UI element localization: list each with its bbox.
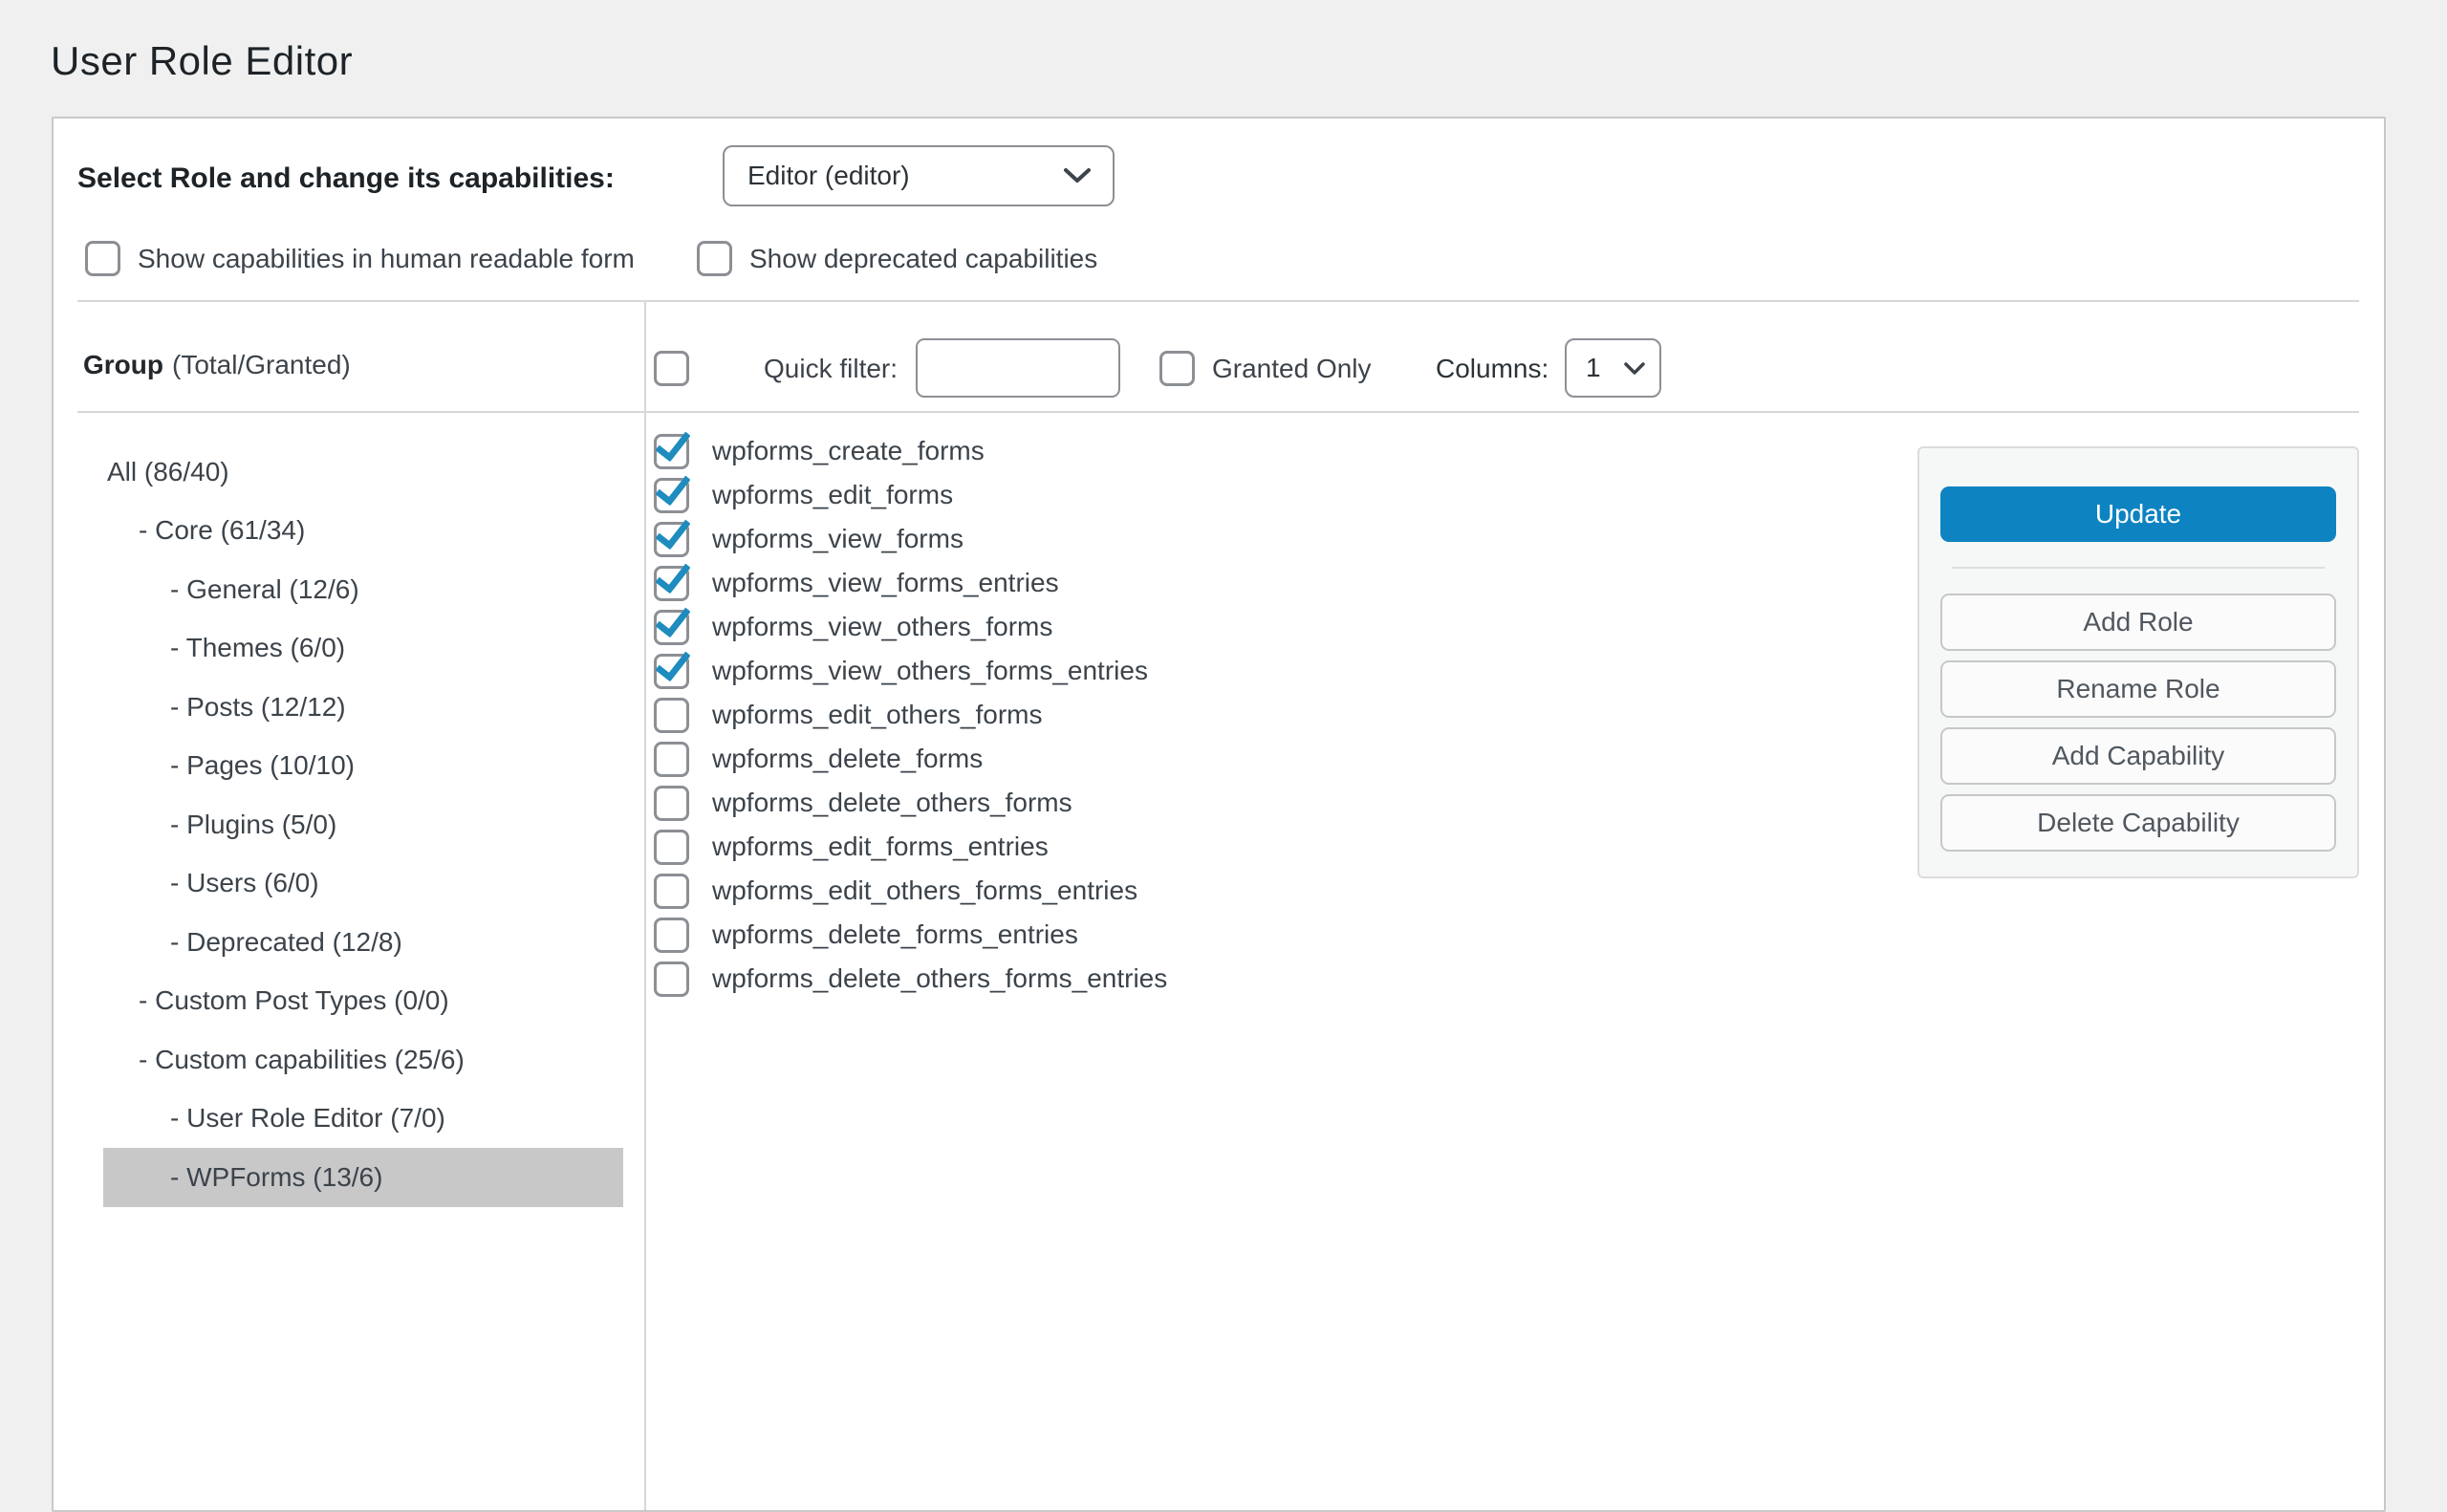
delete-capability-button[interactable]: Delete Capability <box>1940 794 2336 852</box>
option-human-readable: Show capabilities in human readable form <box>85 241 635 276</box>
capability-label: wpforms_delete_forms <box>712 744 983 774</box>
capability-row: wpforms_delete_others_forms_entries <box>654 957 1167 1001</box>
group-item-deprecated[interactable]: - Deprecated (12/8) <box>103 913 623 972</box>
group-item-wpforms[interactable]: - WPForms (13/6) <box>103 1148 623 1207</box>
column-divider <box>644 300 646 1510</box>
capability-row: wpforms_delete_forms_entries <box>654 913 1167 957</box>
group-item-all[interactable]: All (86/40) <box>103 443 623 502</box>
capability-checkbox[interactable] <box>654 742 689 777</box>
group-item-custom-capabilities[interactable]: - Custom capabilities (25/6) <box>103 1030 623 1090</box>
update-button[interactable]: Update <box>1940 486 2336 542</box>
capability-row: wpforms_edit_others_forms_entries <box>654 869 1167 913</box>
quick-filter-input[interactable] <box>916 338 1120 398</box>
capability-label: wpforms_delete_others_forms <box>712 788 1072 818</box>
capability-row: wpforms_delete_forms <box>654 737 1167 781</box>
capabilities-list: wpforms_create_forms wpforms_edit_forms … <box>654 429 1167 1001</box>
granted-only-checkbox[interactable] <box>1159 351 1195 386</box>
capability-label: wpforms_view_others_forms_entries <box>712 656 1148 686</box>
page-title: User Role Editor <box>51 38 353 84</box>
group-item-pages[interactable]: - Pages (10/10) <box>103 737 623 796</box>
capability-checkbox[interactable] <box>654 698 689 733</box>
capability-checkbox[interactable] <box>654 786 689 821</box>
divider <box>77 411 2359 413</box>
capability-checkbox[interactable] <box>654 478 689 513</box>
role-select-value: Editor (editor) <box>747 161 910 191</box>
group-item-custom-post-types[interactable]: - Custom Post Types (0/0) <box>103 972 623 1031</box>
role-select[interactable]: Editor (editor) <box>723 145 1115 206</box>
capability-row: wpforms_view_others_forms_entries <box>654 649 1167 693</box>
capability-label: wpforms_edit_forms_entries <box>712 832 1049 862</box>
divider <box>1952 567 2325 569</box>
groups-tree: All (86/40) - Core (61/34) - General (12… <box>54 443 642 1207</box>
columns-select[interactable]: 1 <box>1565 338 1661 398</box>
capability-checkbox[interactable] <box>654 830 689 865</box>
add-capability-button[interactable]: Add Capability <box>1940 727 2336 785</box>
capability-row: wpforms_edit_forms <box>654 473 1167 517</box>
group-header-rest: (Total/Granted) <box>172 350 351 380</box>
capability-label: wpforms_view_others_forms <box>712 612 1052 642</box>
capability-checkbox[interactable] <box>654 654 689 689</box>
divider <box>77 300 2359 302</box>
group-column-header: Group (Total/Granted) <box>83 347 351 383</box>
columns-select-value: 1 <box>1586 353 1601 383</box>
group-item-plugins[interactable]: - Plugins (5/0) <box>103 795 623 854</box>
human-readable-checkbox[interactable] <box>85 241 120 276</box>
select-role-label: Select Role and change its capabilities: <box>77 161 615 197</box>
group-item-core[interactable]: - Core (61/34) <box>103 502 623 561</box>
rename-role-button[interactable]: Rename Role <box>1940 660 2336 718</box>
capability-checkbox[interactable] <box>654 961 689 997</box>
capability-checkbox[interactable] <box>654 434 689 469</box>
capability-label: wpforms_view_forms_entries <box>712 568 1059 598</box>
capability-label: wpforms_edit_others_forms <box>712 700 1042 730</box>
group-item-general[interactable]: - General (12/6) <box>103 560 623 619</box>
granted-only-label: Granted Only <box>1212 351 1372 386</box>
human-readable-label: Show capabilities in human readable form <box>138 244 635 274</box>
group-item-themes[interactable]: - Themes (6/0) <box>103 619 623 679</box>
capability-row: wpforms_view_forms_entries <box>654 561 1167 605</box>
group-item-user-role-editor[interactable]: - User Role Editor (7/0) <box>103 1090 623 1149</box>
group-header-bold: Group <box>83 350 163 380</box>
capability-checkbox[interactable] <box>654 522 689 557</box>
capability-row: wpforms_edit_forms_entries <box>654 825 1167 869</box>
deprecated-checkbox[interactable] <box>697 241 732 276</box>
group-item-users[interactable]: - Users (6/0) <box>103 854 623 914</box>
deprecated-label: Show deprecated capabilities <box>749 244 1097 274</box>
capability-row: wpforms_edit_others_forms <box>654 693 1167 737</box>
capability-label: wpforms_create_forms <box>712 436 985 466</box>
capability-checkbox[interactable] <box>654 918 689 953</box>
capability-checkbox[interactable] <box>654 566 689 601</box>
capability-label: wpforms_edit_forms <box>712 480 953 510</box>
capability-row: wpforms_view_others_forms <box>654 605 1167 649</box>
columns-label: Columns: <box>1436 351 1548 386</box>
group-item-posts[interactable]: - Posts (12/12) <box>103 678 623 737</box>
user-role-editor-panel: Select Role and change its capabilities:… <box>52 117 2386 1512</box>
capability-checkbox[interactable] <box>654 874 689 909</box>
select-all-checkbox[interactable] <box>654 351 689 386</box>
capability-label: wpforms_delete_others_forms_entries <box>712 963 1167 994</box>
option-deprecated: Show deprecated capabilities <box>697 241 1097 276</box>
capability-label: wpforms_view_forms <box>712 524 964 554</box>
capability-row: wpforms_create_forms <box>654 429 1167 473</box>
chevron-down-icon <box>1623 361 1646 376</box>
quick-filter-label: Quick filter: <box>764 351 898 386</box>
actions-panel: Update Add Role Rename Role Add Capabili… <box>1917 446 2359 878</box>
add-role-button[interactable]: Add Role <box>1940 594 2336 651</box>
capability-label: wpforms_edit_others_forms_entries <box>712 875 1137 906</box>
capability-label: wpforms_delete_forms_entries <box>712 919 1078 950</box>
capability-row: wpforms_delete_others_forms <box>654 781 1167 825</box>
capability-row: wpforms_view_forms <box>654 517 1167 561</box>
chevron-down-icon <box>1063 167 1092 184</box>
capability-checkbox[interactable] <box>654 610 689 645</box>
